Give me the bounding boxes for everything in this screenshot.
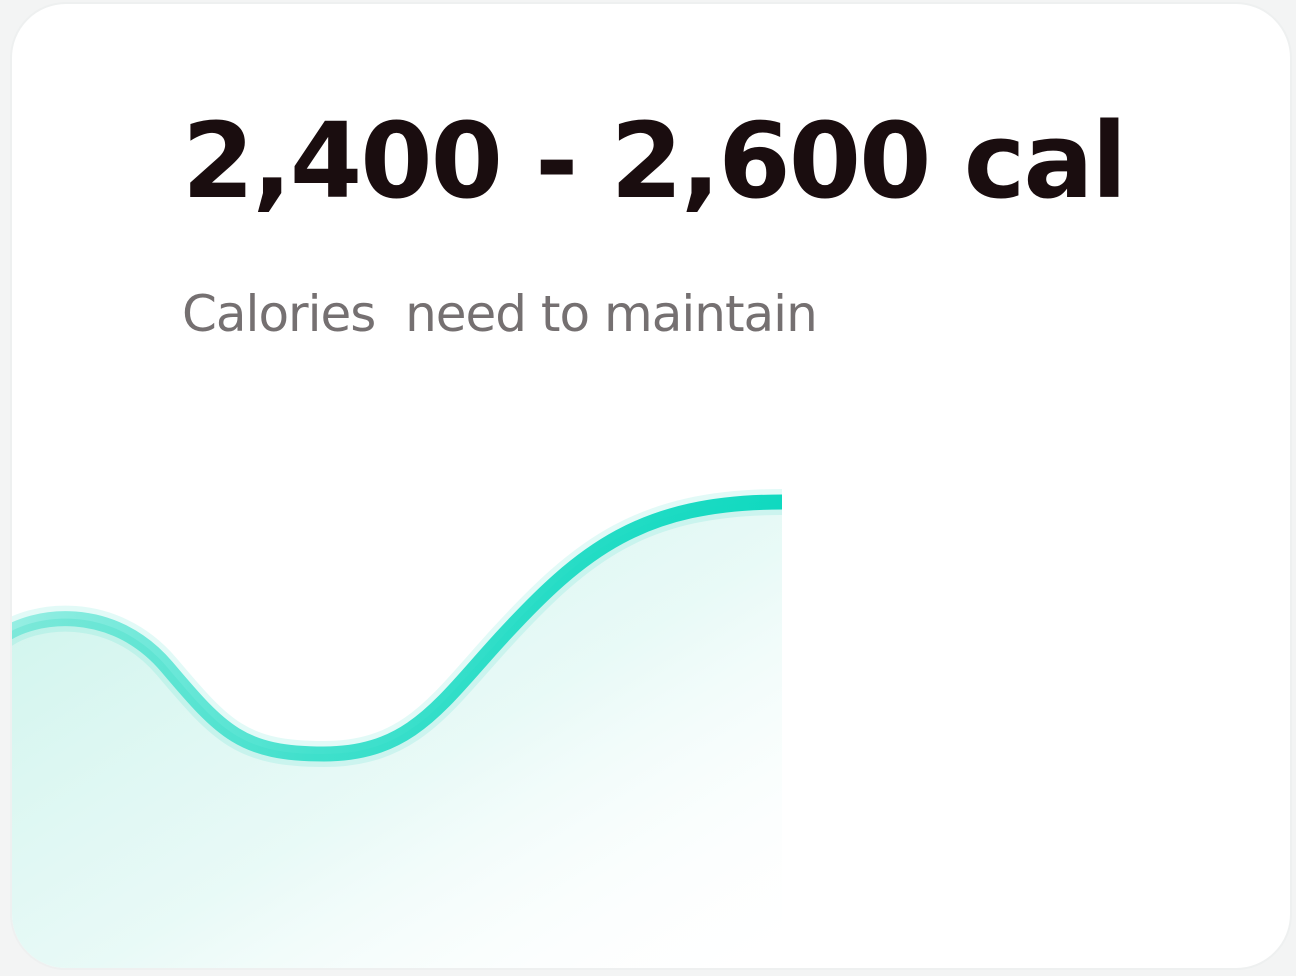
chart-line-glow bbox=[12, 489, 783, 768]
calorie-range-caption: Calories need to maintain bbox=[182, 285, 818, 343]
calorie-card: 2,400 - 2,600 cal Calories need to maint… bbox=[10, 2, 1292, 970]
calorie-range-value: 2,400 - 2,600 cal bbox=[182, 100, 1127, 222]
chart-line bbox=[12, 494, 783, 762]
chart-area bbox=[12, 502, 782, 968]
